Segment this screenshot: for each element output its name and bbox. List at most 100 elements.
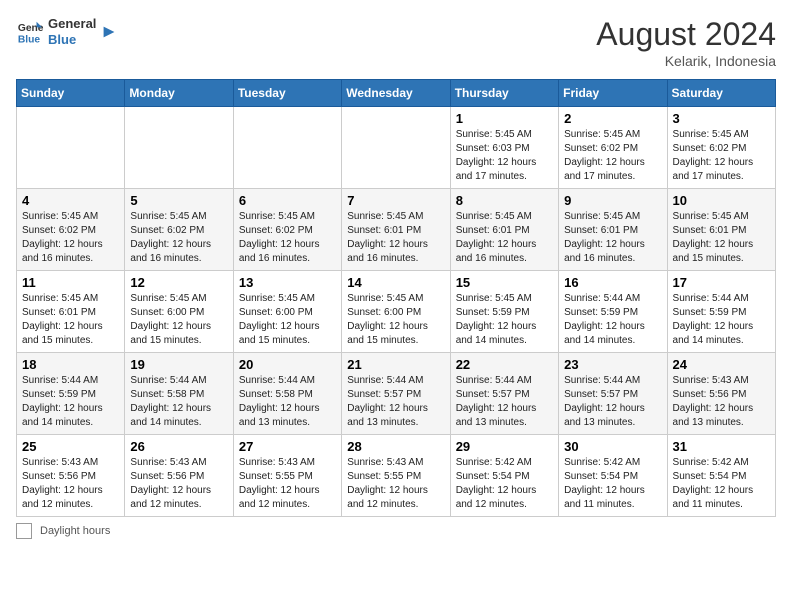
day-of-week-header: Tuesday [233,80,341,107]
calendar-week-row: 11Sunrise: 5:45 AM Sunset: 6:01 PM Dayli… [17,271,776,353]
day-of-week-header: Monday [125,80,233,107]
day-number: 21 [347,357,444,372]
calendar-cell: 19Sunrise: 5:44 AM Sunset: 5:58 PM Dayli… [125,353,233,435]
day-number: 11 [22,275,119,290]
day-info: Sunrise: 5:45 AM Sunset: 6:01 PM Dayligh… [347,210,444,266]
calendar-cell: 23Sunrise: 5:44 AM Sunset: 5:57 PM Dayli… [559,353,667,435]
day-number: 25 [22,439,119,454]
day-info: Sunrise: 5:45 AM Sunset: 6:02 PM Dayligh… [22,210,119,266]
logo-general: General [48,16,96,32]
calendar-cell [342,107,450,189]
calendar-cell: 28 Sunrise: 5:43 AM Sunset: 5:55 PM Dayli… [342,435,450,517]
calendar-cell: 3Sunrise: 5:45 AM Sunset: 6:02 PM Daylig… [667,107,775,189]
day-number: 28 [347,439,444,454]
day-number: 15 [456,275,553,290]
calendar-week-row: 1Sunrise: 5:45 AM Sunset: 6:03 PM Daylig… [17,107,776,189]
day-number: 2 [564,111,661,126]
calendar-cell: 12 Sunrise: 5:45 AM Sunset: 6:00 PM Dayli… [125,271,233,353]
day-number: 5 [130,193,227,208]
day-info: Sunrise: 5:45 AM Sunset: 6:01 PM Dayligh… [673,210,770,266]
day-info: Sunrise: 5:42 AM Sunset: 5:54 PM Dayligh… [564,456,661,512]
day-info: Sunrise: 5:44 AM Sunset: 5:59 PM Dayligh… [673,292,770,348]
day-number: 4 [22,193,119,208]
day-info: Sunrise: 5:44 AM Sunset: 5:58 PM Dayligh… [239,374,336,430]
day-info: Sunrise: 5:44 AM Sunset: 5:57 PM Dayligh… [564,374,661,430]
calendar-cell: 11Sunrise: 5:45 AM Sunset: 6:01 PM Dayli… [17,271,125,353]
day-number: 9 [564,193,661,208]
calendar-cell: 29 Sunrise: 5:42 AM Sunset: 5:54 PM Dayli… [450,435,558,517]
day-number: 13 [239,275,336,290]
calendar-header-row: SundayMondayTuesdayWednesdayThursdayFrid… [17,80,776,107]
calendar-cell: 1Sunrise: 5:45 AM Sunset: 6:03 PM Daylig… [450,107,558,189]
day-info: Sunrise: 5:45 AM Sunset: 6:01 PM Dayligh… [564,210,661,266]
day-number: 29 [456,439,553,454]
logo-arrow-icon [100,23,118,41]
day-number: 18 [22,357,119,372]
day-number: 31 [673,439,770,454]
day-number: 12 [130,275,227,290]
calendar-cell: 2 Sunrise: 5:45 AM Sunset: 6:02 PM Daylig… [559,107,667,189]
location-subtitle: Kelarik, Indonesia [596,53,776,69]
day-info: Sunrise: 5:45 AM Sunset: 6:02 PM Dayligh… [564,128,661,184]
calendar-cell: 13 Sunrise: 5:45 AM Sunset: 6:00 PM Dayli… [233,271,341,353]
calendar-cell: 6Sunrise: 5:45 AM Sunset: 6:02 PM Daylig… [233,189,341,271]
day-info: Sunrise: 5:43 AM Sunset: 5:56 PM Dayligh… [22,456,119,512]
day-of-week-header: Friday [559,80,667,107]
day-info: Sunrise: 5:43 AM Sunset: 5:55 PM Dayligh… [347,456,444,512]
day-info: Sunrise: 5:45 AM Sunset: 6:03 PM Dayligh… [456,128,553,184]
month-year-title: August 2024 [596,16,776,53]
day-info: Sunrise: 5:44 AM Sunset: 5:57 PM Dayligh… [456,374,553,430]
day-info: Sunrise: 5:44 AM Sunset: 5:59 PM Dayligh… [564,292,661,348]
calendar-cell: 10 Sunrise: 5:45 AM Sunset: 6:01 PM Dayli… [667,189,775,271]
calendar-table: SundayMondayTuesdayWednesdayThursdayFrid… [16,79,776,517]
calendar-cell: 17Sunrise: 5:44 AM Sunset: 5:59 PM Dayli… [667,271,775,353]
calendar-cell: 9 Sunrise: 5:45 AM Sunset: 6:01 PM Daylig… [559,189,667,271]
day-info: Sunrise: 5:45 AM Sunset: 6:00 PM Dayligh… [347,292,444,348]
day-info: Sunrise: 5:45 AM Sunset: 6:00 PM Dayligh… [239,292,336,348]
logo-blue: Blue [48,32,96,48]
day-info: Sunrise: 5:43 AM Sunset: 5:56 PM Dayligh… [673,374,770,430]
day-number: 24 [673,357,770,372]
calendar-cell: 15 Sunrise: 5:45 AM Sunset: 5:59 PM Dayli… [450,271,558,353]
calendar-week-row: 4 Sunrise: 5:45 AM Sunset: 6:02 PM Daylig… [17,189,776,271]
day-info: Sunrise: 5:45 AM Sunset: 6:02 PM Dayligh… [239,210,336,266]
day-info: Sunrise: 5:44 AM Sunset: 5:59 PM Dayligh… [22,374,119,430]
day-info: Sunrise: 5:45 AM Sunset: 5:59 PM Dayligh… [456,292,553,348]
day-info: Sunrise: 5:45 AM Sunset: 6:02 PM Dayligh… [130,210,227,266]
footer: Daylight hours [16,523,776,539]
day-number: 8 [456,193,553,208]
day-number: 14 [347,275,444,290]
day-info: Sunrise: 5:43 AM Sunset: 5:55 PM Dayligh… [239,456,336,512]
calendar-cell: 27Sunrise: 5:43 AM Sunset: 5:55 PM Dayli… [233,435,341,517]
day-number: 16 [564,275,661,290]
calendar-cell [17,107,125,189]
calendar-cell: 31 Sunrise: 5:42 AM Sunset: 5:54 PM Dayli… [667,435,775,517]
calendar-cell: 7Sunrise: 5:45 AM Sunset: 6:01 PM Daylig… [342,189,450,271]
day-number: 30 [564,439,661,454]
day-info: Sunrise: 5:45 AM Sunset: 6:00 PM Dayligh… [130,292,227,348]
calendar-cell: 24 Sunrise: 5:43 AM Sunset: 5:56 PM Dayli… [667,353,775,435]
calendar-cell: 8Sunrise: 5:45 AM Sunset: 6:01 PM Daylig… [450,189,558,271]
calendar-cell: 21Sunrise: 5:44 AM Sunset: 5:57 PM Dayli… [342,353,450,435]
logo: General Blue General Blue [16,16,118,47]
day-number: 26 [130,439,227,454]
calendar-cell [125,107,233,189]
day-of-week-header: Sunday [17,80,125,107]
calendar-cell: 5 Sunrise: 5:45 AM Sunset: 6:02 PM Daylig… [125,189,233,271]
calendar-cell: 30 Sunrise: 5:42 AM Sunset: 5:54 PM Dayli… [559,435,667,517]
calendar-cell: 20 Sunrise: 5:44 AM Sunset: 5:58 PM Dayli… [233,353,341,435]
day-info: Sunrise: 5:44 AM Sunset: 5:58 PM Dayligh… [130,374,227,430]
day-info: Sunrise: 5:42 AM Sunset: 5:54 PM Dayligh… [673,456,770,512]
day-number: 20 [239,357,336,372]
day-info: Sunrise: 5:42 AM Sunset: 5:54 PM Dayligh… [456,456,553,512]
day-number: 10 [673,193,770,208]
daylight-label: Daylight hours [40,525,110,537]
svg-text:General: General [18,23,44,34]
day-info: Sunrise: 5:45 AM Sunset: 6:02 PM Dayligh… [673,128,770,184]
calendar-week-row: 25 Sunrise: 5:43 AM Sunset: 5:56 PM Dayli… [17,435,776,517]
day-info: Sunrise: 5:43 AM Sunset: 5:56 PM Dayligh… [130,456,227,512]
day-of-week-header: Thursday [450,80,558,107]
daylight-box-icon [16,523,32,539]
calendar-cell [233,107,341,189]
svg-text:Blue: Blue [18,34,41,45]
